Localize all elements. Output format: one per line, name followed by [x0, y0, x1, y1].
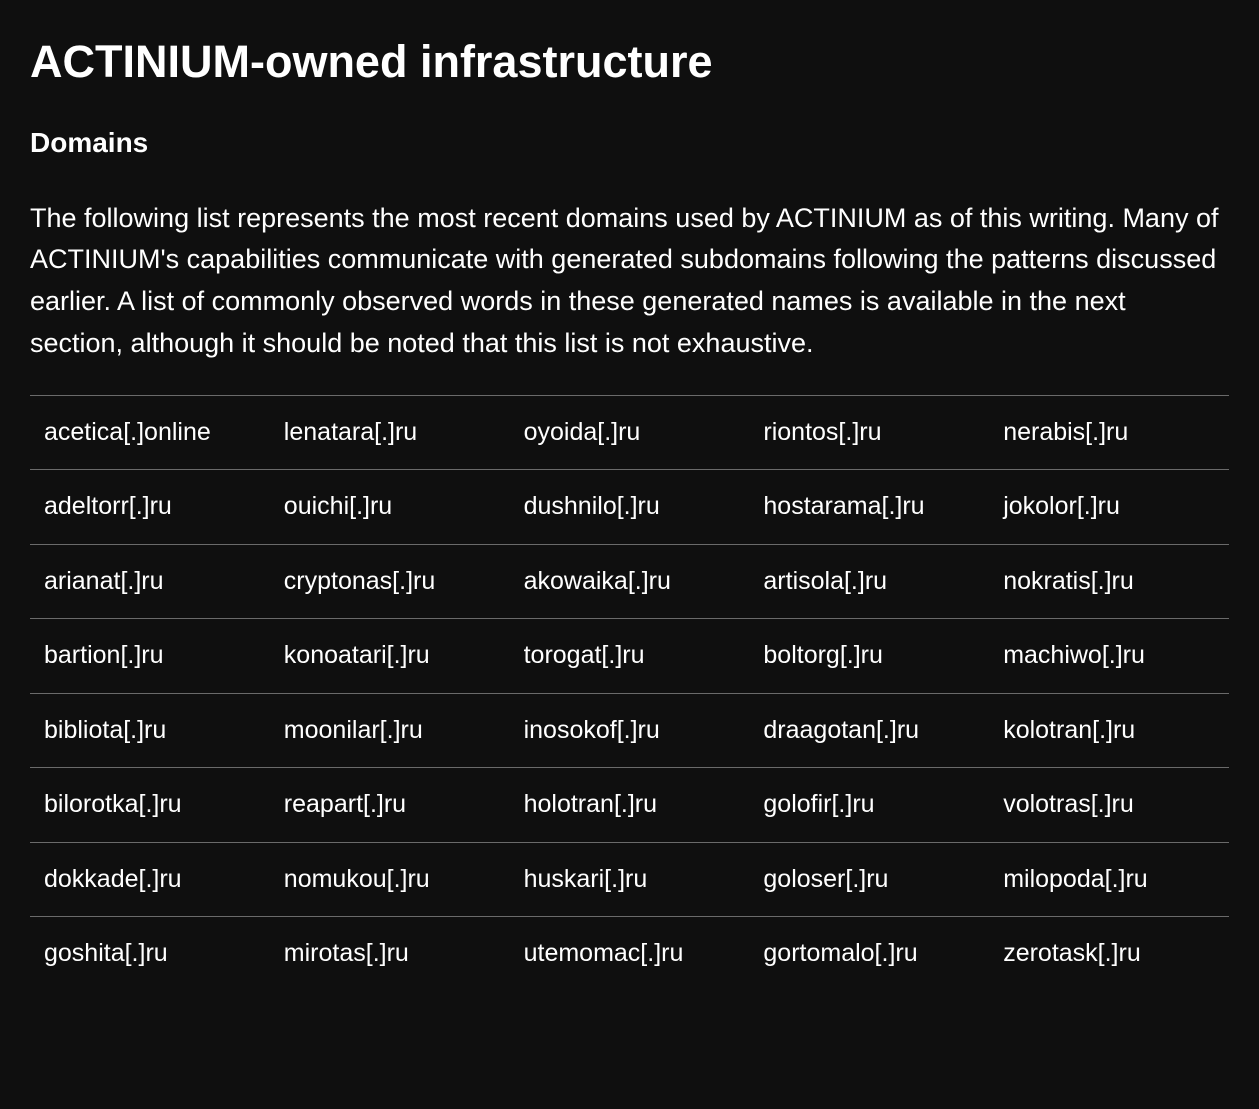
table-row: bibliota[.]rumoonilar[.]ruinosokof[.]rud… [30, 693, 1229, 768]
domain-cell: torogat[.]ru [510, 619, 750, 694]
table-row: bartion[.]rukonoatari[.]rutorogat[.]rubo… [30, 619, 1229, 694]
domain-cell: reapart[.]ru [270, 768, 510, 843]
table-row: arianat[.]rucryptonas[.]ruakowaika[.]rua… [30, 544, 1229, 619]
domain-cell: bilorotka[.]ru [30, 768, 270, 843]
domain-cell: acetica[.]online [30, 395, 270, 470]
domain-cell: boltorg[.]ru [749, 619, 989, 694]
domain-cell: nokratis[.]ru [989, 544, 1229, 619]
domain-cell: ouichi[.]ru [270, 470, 510, 545]
domain-cell: holotran[.]ru [510, 768, 750, 843]
page-title: ACTINIUM-owned infrastructure [30, 28, 1229, 96]
domain-cell: golofir[.]ru [749, 768, 989, 843]
domain-cell: bibliota[.]ru [30, 693, 270, 768]
domain-cell: gortomalo[.]ru [749, 917, 989, 991]
domain-cell: volotras[.]ru [989, 768, 1229, 843]
domain-cell: goshita[.]ru [30, 917, 270, 991]
domain-cell: hostarama[.]ru [749, 470, 989, 545]
domain-cell: dushnilo[.]ru [510, 470, 750, 545]
table-row: bilorotka[.]rureapart[.]ruholotran[.]rug… [30, 768, 1229, 843]
domain-cell: milopoda[.]ru [989, 842, 1229, 917]
domain-cell: riontos[.]ru [749, 395, 989, 470]
domain-cell: jokolor[.]ru [989, 470, 1229, 545]
domain-cell: mirotas[.]ru [270, 917, 510, 991]
domain-cell: cryptonas[.]ru [270, 544, 510, 619]
domain-cell: zerotask[.]ru [989, 917, 1229, 991]
domain-cell: kolotran[.]ru [989, 693, 1229, 768]
domain-cell: oyoida[.]ru [510, 395, 750, 470]
section-subheading: Domains [30, 122, 1229, 164]
domains-table: acetica[.]onlinelenatara[.]ruoyoida[.]ru… [30, 395, 1229, 991]
table-row: acetica[.]onlinelenatara[.]ruoyoida[.]ru… [30, 395, 1229, 470]
domain-cell: akowaika[.]ru [510, 544, 750, 619]
domain-cell: artisola[.]ru [749, 544, 989, 619]
domain-cell: machiwo[.]ru [989, 619, 1229, 694]
table-row: goshita[.]rumirotas[.]ruutemomac[.]rugor… [30, 917, 1229, 991]
domain-cell: utemomac[.]ru [510, 917, 750, 991]
domain-cell: goloser[.]ru [749, 842, 989, 917]
domain-cell: huskari[.]ru [510, 842, 750, 917]
document-page: ACTINIUM-owned infrastructure Domains Th… [0, 0, 1259, 991]
intro-paragraph: The following list represents the most r… [30, 198, 1225, 365]
domain-cell: dokkade[.]ru [30, 842, 270, 917]
domain-cell: bartion[.]ru [30, 619, 270, 694]
domain-cell: moonilar[.]ru [270, 693, 510, 768]
domain-cell: konoatari[.]ru [270, 619, 510, 694]
domain-cell: adeltorr[.]ru [30, 470, 270, 545]
domain-cell: inosokof[.]ru [510, 693, 750, 768]
table-row: dokkade[.]runomukou[.]ruhuskari[.]rugolo… [30, 842, 1229, 917]
domain-cell: nerabis[.]ru [989, 395, 1229, 470]
domain-cell: lenatara[.]ru [270, 395, 510, 470]
domain-cell: nomukou[.]ru [270, 842, 510, 917]
domain-cell: draagotan[.]ru [749, 693, 989, 768]
domain-cell: arianat[.]ru [30, 544, 270, 619]
table-row: adeltorr[.]ruouichi[.]rudushnilo[.]ruhos… [30, 470, 1229, 545]
